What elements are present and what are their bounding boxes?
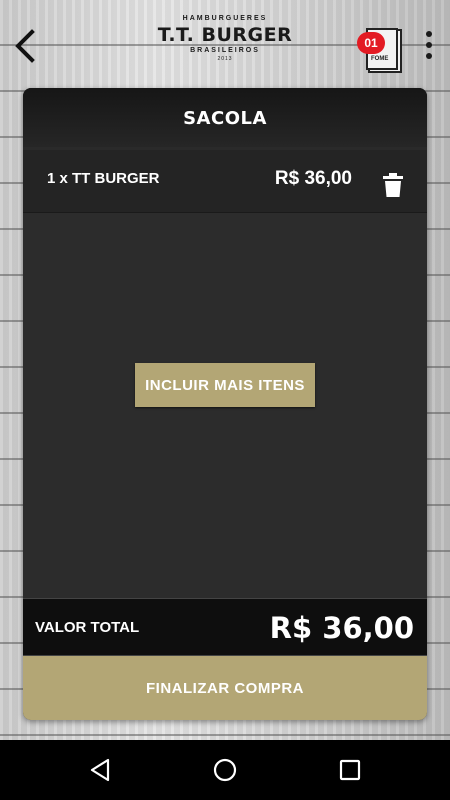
total-row: VALOR TOTAL R$ 36,00 bbox=[23, 598, 427, 656]
overflow-menu-button[interactable] bbox=[418, 28, 440, 64]
back-button[interactable] bbox=[8, 26, 44, 66]
checkout-button[interactable]: FINALIZAR COMPRA bbox=[23, 656, 427, 720]
cart-panel: SACOLA 1 x TT BURGER R$ 36,00 INCLUIR MA… bbox=[23, 88, 427, 720]
total-label: VALOR TOTAL bbox=[35, 619, 140, 636]
brand-logo: HAMBURGUERES T.T. BURGER BRASILEIROS 201… bbox=[150, 14, 300, 76]
nav-home-button[interactable] bbox=[210, 755, 240, 785]
bag-count-badge: 01 bbox=[357, 32, 385, 54]
logo-bottom-text: BRASILEIROS bbox=[190, 47, 260, 54]
logo-year: 2013 bbox=[217, 56, 233, 62]
logo-top-text: HAMBURGUERES bbox=[182, 15, 268, 22]
nav-recents-icon bbox=[339, 759, 361, 781]
remove-item-button[interactable] bbox=[381, 172, 405, 198]
more-vert-icon bbox=[418, 31, 440, 59]
trash-icon bbox=[383, 173, 403, 197]
back-arrow-icon bbox=[15, 29, 35, 63]
cart-item-price: R$ 36,00 bbox=[274, 168, 352, 189]
nav-back-icon bbox=[90, 758, 110, 782]
total-value: R$ 36,00 bbox=[269, 611, 414, 645]
logo-name: T.T. BURGER bbox=[157, 24, 293, 46]
page-title: SACOLA bbox=[23, 88, 427, 147]
nav-home-icon bbox=[213, 758, 237, 782]
app-header: HAMBURGUERES T.T. BURGER BRASILEIROS 201… bbox=[0, 0, 450, 88]
nav-back-button[interactable] bbox=[86, 755, 116, 785]
cart-item-name: 1 x TT BURGER bbox=[47, 170, 160, 187]
cart-list-area: INCLUIR MAIS ITENS bbox=[23, 213, 427, 598]
bag-button[interactable]: DÁ de FOME 01 bbox=[356, 22, 406, 74]
nav-recents-button[interactable] bbox=[335, 755, 365, 785]
system-nav-bar bbox=[0, 740, 450, 800]
cart-item-row: 1 x TT BURGER R$ 36,00 bbox=[23, 150, 427, 213]
add-more-items-button[interactable]: INCLUIR MAIS ITENS bbox=[135, 363, 315, 407]
